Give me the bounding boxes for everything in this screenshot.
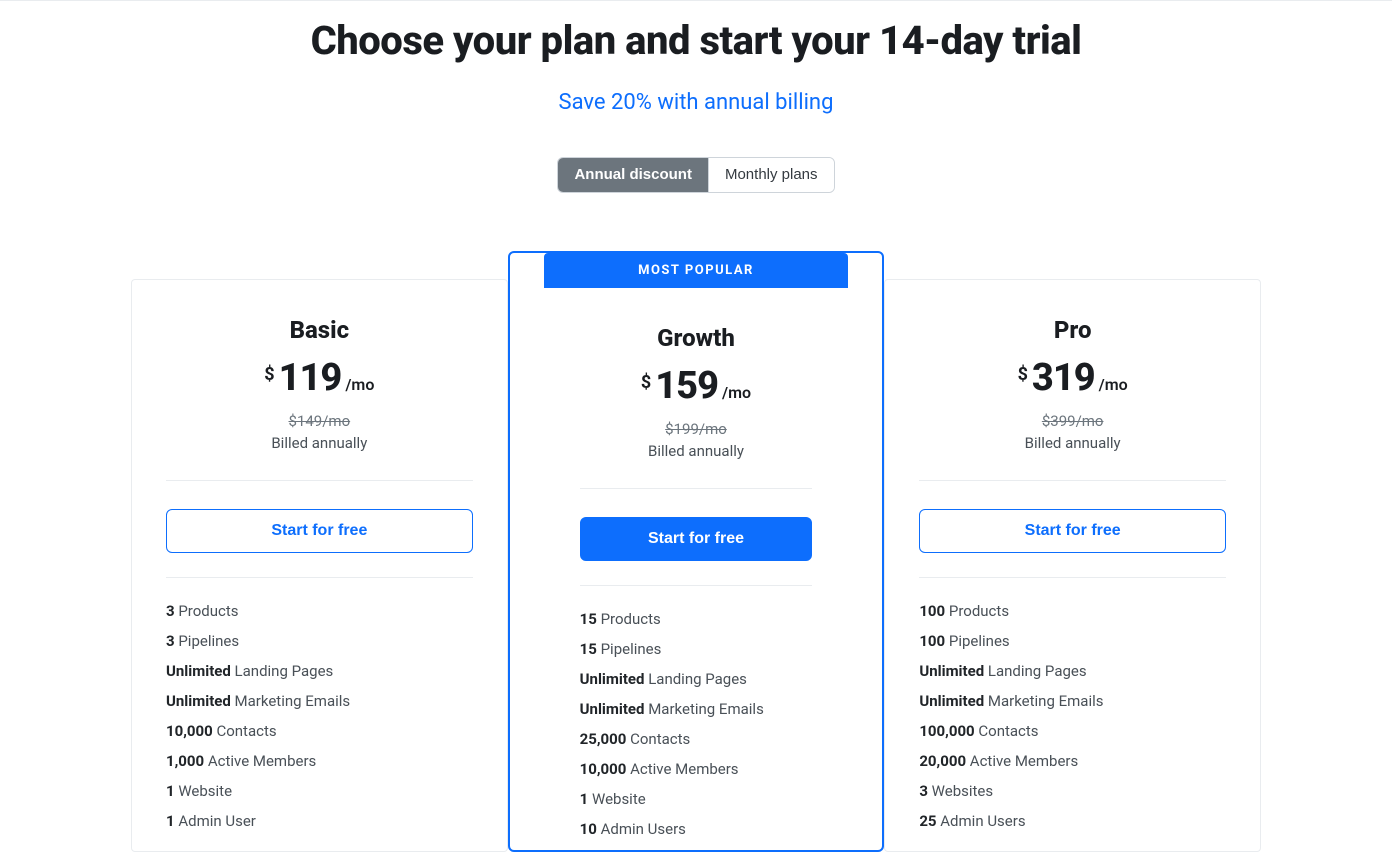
pricing-plans: Basic $119/mo $149/mo Billed annually St… xyxy=(131,251,1261,852)
plan-growth: MOST POPULAR Growth $159/mo $199/mo Bill… xyxy=(508,251,885,852)
billed-note: Billed annually xyxy=(919,434,1226,452)
plan-name: Basic xyxy=(166,316,473,344)
toggle-annual[interactable]: Annual discount xyxy=(558,158,708,192)
billed-note: Billed annually xyxy=(580,442,813,460)
start-free-button[interactable]: Start for free xyxy=(166,509,473,553)
feature-list: 3 Products 3 Pipelines Unlimited Landing… xyxy=(166,602,473,830)
feature-item: 1 Website xyxy=(580,790,813,808)
feature-item: 25,000 Contacts xyxy=(580,730,813,748)
feature-list: 15 Products 15 Pipelines Unlimited Landi… xyxy=(580,610,813,838)
currency: $ xyxy=(641,372,651,393)
plan-name: Pro xyxy=(919,316,1226,344)
plan-basic: Basic $119/mo $149/mo Billed annually St… xyxy=(131,279,508,852)
plan-price: 319 xyxy=(1032,356,1095,400)
price-per: /mo xyxy=(345,375,374,394)
billed-note: Billed annually xyxy=(166,434,473,452)
feature-item: Unlimited Marketing Emails xyxy=(166,692,473,710)
feature-item: 100,000 Contacts xyxy=(919,722,1226,740)
feature-item: 1 Website xyxy=(166,782,473,800)
page-subtitle: Save 20% with annual billing xyxy=(20,90,1372,115)
plan-name: Growth xyxy=(580,324,813,352)
toggle-monthly[interactable]: Monthly plans xyxy=(708,158,834,192)
plan-price: 119 xyxy=(279,356,342,400)
feature-item: Unlimited Landing Pages xyxy=(166,662,473,680)
feature-item: Unlimited Marketing Emails xyxy=(919,692,1226,710)
feature-item: 25 Admin Users xyxy=(919,812,1226,830)
most-popular-badge: MOST POPULAR xyxy=(544,253,849,288)
start-free-button[interactable]: Start for free xyxy=(919,509,1226,553)
plan-price: 159 xyxy=(655,364,718,408)
plan-strike-price: $199/mo xyxy=(580,420,813,438)
feature-item: Unlimited Landing Pages xyxy=(919,662,1226,680)
feature-item: 1 Admin User xyxy=(166,812,473,830)
feature-item: 1,000 Active Members xyxy=(166,752,473,770)
feature-item: 100 Pipelines xyxy=(919,632,1226,650)
feature-item: 3 Websites xyxy=(919,782,1226,800)
feature-item: 3 Pipelines xyxy=(166,632,473,650)
feature-list: 100 Products 100 Pipelines Unlimited Lan… xyxy=(919,602,1226,830)
feature-item: 10 Admin Users xyxy=(580,820,813,838)
feature-item: Unlimited Marketing Emails xyxy=(580,700,813,718)
feature-item: 15 Products xyxy=(580,610,813,628)
start-free-button[interactable]: Start for free xyxy=(580,517,813,561)
plan-strike-price: $399/mo xyxy=(919,412,1226,430)
currency: $ xyxy=(264,364,274,385)
page-title: Choose your plan and start your 14-day t… xyxy=(20,17,1372,64)
feature-item: 10,000 Contacts xyxy=(166,722,473,740)
plan-strike-price: $149/mo xyxy=(166,412,473,430)
billing-toggle: Annual discount Monthly plans xyxy=(557,157,834,193)
plan-pro: Pro $319/mo $399/mo Billed annually Star… xyxy=(884,279,1261,852)
price-per: /mo xyxy=(1099,375,1128,394)
feature-item: 3 Products xyxy=(166,602,473,620)
feature-item: 100 Products xyxy=(919,602,1226,620)
feature-item: 20,000 Active Members xyxy=(919,752,1226,770)
price-per: /mo xyxy=(722,383,751,402)
feature-item: 10,000 Active Members xyxy=(580,760,813,778)
feature-item: Unlimited Landing Pages xyxy=(580,670,813,688)
currency: $ xyxy=(1018,364,1028,385)
feature-item: 15 Pipelines xyxy=(580,640,813,658)
